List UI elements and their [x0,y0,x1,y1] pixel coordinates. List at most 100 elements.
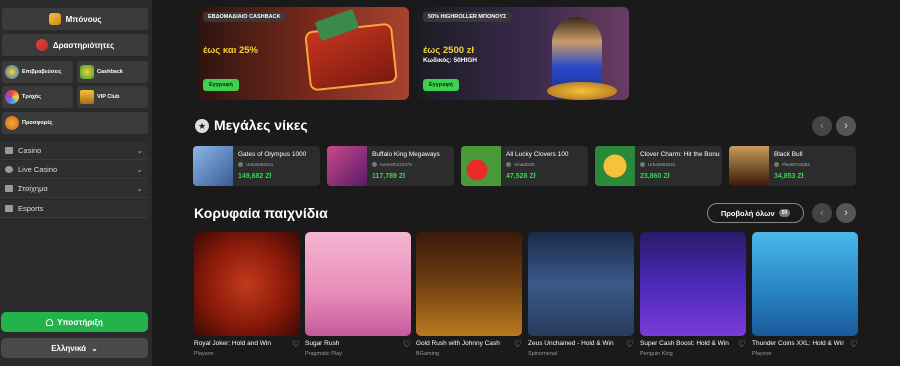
game-card[interactable]: Super Cash Boost: Hold & Win Penguin Kin… [640,232,746,357]
game-card[interactable]: Zeus Unchained - Hold & Win Spinomenal ♡ [528,232,634,357]
win-amount: 34,853 Zł [774,173,804,180]
top-games-next-button[interactable]: › [836,203,856,223]
game-card[interactable]: Sugar Rush Pragmatic Play ♡ [305,232,411,357]
heart-icon[interactable]: ♡ [292,339,300,350]
chevron-down-icon: ⌄ [91,343,98,353]
banner-title: έως και 25% [203,45,259,56]
top-games-prev-button[interactable]: ‹ [812,203,832,223]
sidebar-item-esports[interactable]: Esports [0,200,148,218]
banner-register-button[interactable]: Εγγραφή [203,79,239,91]
win-game-name: Buffalo King Megaways [372,151,440,158]
banner-title: έως 2500 zł [423,45,475,56]
win-username: Kenneth122373 [380,162,412,167]
game-thumbnail [461,146,501,186]
banner-tag: 50% HIGHROLLER ΜΠΟΝΟΥΣ [423,12,512,22]
banner-tag: ΕΒΔΟΜΑΔΙΑΙΟ CASHBACK [203,12,286,22]
game-thumbnail[interactable] [416,232,522,336]
chevron-left-icon: ‹ [820,120,824,132]
banner-register-button[interactable]: Εγγραφή [423,79,459,91]
sidebar-tile-wheel[interactable]: Τροχός [2,86,73,108]
casino-icon [5,147,13,154]
big-win-card[interactable]: Buffalo King Megaways Kenneth122373 117,… [327,146,454,186]
sidebar: Μπόνους Δραστηριότητες Επιβραβεύσεις Cas… [0,0,152,366]
win-amount: 47,528 Zł [506,173,536,180]
win-game-name: Black Bull [774,151,803,158]
heart-icon[interactable]: ♡ [738,339,746,350]
main-content: ΕΒΔΟΜΑΔΙΑΙΟ CASHBACK έως και 25% Εγγραφή… [152,0,900,366]
sidebar-tile-rewards[interactable]: Επιβραβεύσεις [2,61,73,83]
language-select[interactable]: Ελληνικά ⌄ [1,338,148,358]
support-button[interactable]: Υποστήριξη [1,312,148,332]
big-win-card[interactable]: Black Bull Plant6724383 34,853 Zł [729,146,856,186]
game-name: Super Cash Boost: Hold & Win [640,340,729,347]
view-all-button[interactable]: Προβολή όλων 50 [707,203,804,223]
win-username: Amarti225 [514,162,535,167]
gift-icon [48,13,61,25]
chevron-down-icon: ⌄ [136,146,143,155]
casino-label: Casino [18,146,42,155]
game-provider: BGaming [416,351,439,357]
user-avatar-icon [372,162,377,167]
banner-weekly-cashback[interactable]: ΕΒΔΟΜΑΔΙΑΙΟ CASHBACK έως και 25% Εγγραφή [197,7,409,100]
language-label: Ελληνικά [51,343,87,353]
bonuses-button[interactable]: Μπόνους [2,8,148,30]
heart-icon[interactable]: ♡ [403,339,411,350]
activities-label: Δραστηριότητες [52,40,115,50]
sidebar-tile-offers[interactable]: Προσφορές [2,112,148,134]
game-thumbnail[interactable] [640,232,746,336]
sidebar-item-live-casino[interactable]: Live Casino ⌄ [0,161,148,179]
game-card[interactable]: Thunder Coins XXL: Hold & Win Playson ♡ [752,232,858,357]
sidebar-item-casino[interactable]: Casino ⌄ [0,142,148,160]
headset-icon [46,318,54,326]
game-name: Zeus Unchained - Hold & Win [528,340,614,347]
heart-icon[interactable]: ♡ [626,339,634,350]
game-name: Gold Rush with Johnny Cash [416,340,500,347]
game-provider: Spinomenal [528,351,558,357]
activities-button[interactable]: Δραστηριότητες [2,34,148,56]
support-label: Υποστήριξη [57,317,103,327]
user-avatar-icon [640,162,645,167]
big-win-card[interactable]: Gates of Olympus 1000 Urban563241 149,68… [193,146,320,186]
big-win-card[interactable]: All Lucky Clovers 100 Amarti225 47,528 Z… [461,146,588,186]
game-card[interactable]: Royal Joker: Hold and Win Playson ♡ [194,232,300,357]
game-card[interactable]: Gold Rush with Johnny Cash BGaming ♡ [416,232,522,357]
win-user: Urban563241 [238,162,273,167]
game-thumbnail [729,146,769,186]
big-wins-next-button[interactable]: › [836,116,856,136]
top-games-title: Κορυφαία παιχνίδια [194,205,328,221]
heart-icon[interactable]: ♡ [514,339,522,350]
sidebar-tile-vip[interactable]: VIP Club [77,86,148,108]
vip-label: VIP Club [97,94,120,100]
big-win-card[interactable]: Clover Charm: Hit the Bonus Urban563241 … [595,146,722,186]
sidebar-tile-cashback[interactable]: Cashback [77,61,148,83]
vip-crown-icon [80,90,94,104]
rewards-label: Επιβραβεύσεις [22,69,62,75]
game-name: Sugar Rush [305,340,340,347]
game-thumbnail[interactable] [194,232,300,336]
cashback-icon [80,65,94,79]
game-thumbnail[interactable] [528,232,634,336]
banner-highroller[interactable]: 50% HIGHROLLER ΜΠΟΝΟΥΣ έως 2500 zł Κωδικ… [417,7,629,100]
game-thumbnail [595,146,635,186]
offers-label: Προσφορές [22,120,53,126]
game-provider: Playson [194,351,214,357]
sidebar-item-betting[interactable]: Στοίχημα ⌄ [0,180,148,198]
game-provider: Penguin King [640,351,673,357]
chevron-right-icon: › [844,120,848,132]
game-name: Thunder Coins XXL: Hold & Win [752,340,844,347]
betting-label: Στοίχημα [18,184,48,193]
heart-icon[interactable]: ♡ [850,339,858,350]
big-wins-prev-button[interactable]: ‹ [812,116,832,136]
banner-code: Κωδικός: 50HIGH [423,57,477,64]
view-all-label: Προβολή όλων [720,208,775,218]
win-amount: 117,789 Zł [372,173,406,180]
win-user: Urban563241 [640,162,675,167]
win-user: Kenneth122373 [372,162,412,167]
game-thumbnail[interactable] [752,232,858,336]
esports-icon [5,205,13,212]
game-thumbnail[interactable] [305,232,411,336]
betting-icon [5,185,13,192]
wheel-label: Τροχός [22,94,42,100]
game-thumbnail [193,146,233,186]
user-avatar-icon [238,162,243,167]
